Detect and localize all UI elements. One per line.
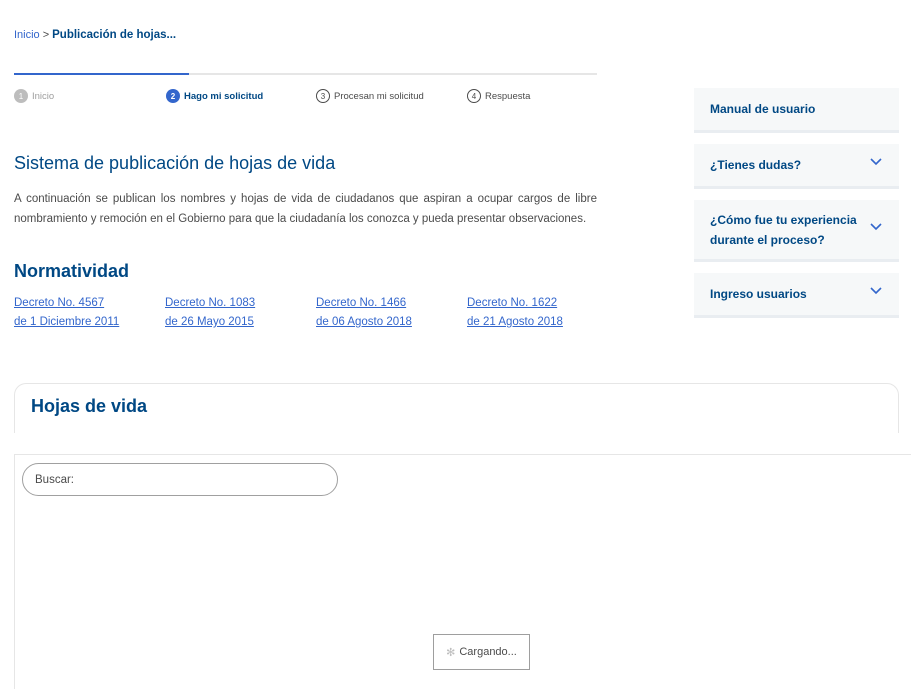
hojas-de-vida-table: ✻ Cargando... [14,454,911,689]
step-label-4: Respuesta [485,90,531,102]
stepper-track-progress [14,73,189,75]
loading-indicator: ✻ Cargando... [433,634,530,670]
sidebar-item-tienes-dudas[interactable]: ¿Tienes dudas? [694,144,899,189]
sidebar-item-label: ¿Tienes dudas? [710,158,802,172]
progress-stepper: 1 Inicio 2 Hago mi solicitud 3 Procesan … [14,73,597,103]
chevron-down-icon [869,287,883,301]
breadcrumb: Inicio > Publicación de hojas... [14,29,176,41]
decree-number: Decreto No. 1622 [467,297,558,309]
breadcrumb-separator: > [42,29,50,41]
spinner-icon: ✻ [446,646,456,659]
step-respuesta: 4 Respuesta [467,89,530,103]
step-number-4: 4 [467,89,481,103]
step-procesan-mi-solicitud: 3 Procesan mi solicitud [316,89,424,103]
chevron-down-icon [869,222,883,237]
decree-number: Decreto No. 4567 [14,297,105,309]
step-label-3: Procesan mi solicitud [334,90,424,102]
page-title: Sistema de publicación de hojas de vida [14,153,336,173]
decree-date: de 21 Agosto 2018 [467,316,563,328]
decree-date: de 06 Agosto 2018 [316,316,412,328]
step-inicio: 1 Inicio [14,89,54,103]
sidebar-item-ingreso-usuarios[interactable]: Ingreso usuarios [694,273,899,318]
decree-link-1622[interactable]: Decreto No. 1622 de 21 Agosto 2018 [467,294,563,332]
decree-link-1083[interactable]: Decreto No. 1083 de 26 Mayo 2015 [165,294,255,332]
sidebar-item-label: Manual de usuario [710,102,816,116]
step-label-2: Hago mi solicitud [184,90,264,102]
step-hago-mi-solicitud: 2 Hago mi solicitud [166,89,263,103]
hojas-de-vida-title: Hojas de vida [31,396,148,416]
breadcrumb-home-link[interactable]: Inicio [14,29,40,41]
hojas-de-vida-card: Hojas de vida [14,383,899,433]
decree-date: de 26 Mayo 2015 [165,316,254,328]
decree-number: Decreto No. 1083 [165,297,256,309]
step-number-3: 3 [316,89,330,103]
decree-number: Decreto No. 1466 [316,297,407,309]
breadcrumb-current: Publicación de hojas... [52,29,177,41]
loading-text: Cargando... [459,646,517,658]
step-label-1: Inicio [32,90,55,102]
search-input[interactable] [22,463,338,496]
step-number-2: 2 [166,89,180,103]
decree-link-4567[interactable]: Decreto No. 4567 de 1 Diciembre 2011 [14,294,119,332]
sidebar-item-experiencia[interactable]: ¿Cómo fue tu experiencia durante el proc… [694,200,899,262]
sidebar-item-label: ¿Cómo fue tu experiencia durante el proc… [710,212,857,247]
decree-date: de 1 Diciembre 2011 [14,316,120,328]
chevron-down-icon [869,158,883,172]
intro-paragraph: A continuación se publican los nombres y… [14,193,597,225]
sidebar-item-manual-de-usuario[interactable]: Manual de usuario [694,88,899,133]
sidebar-item-label: Ingreso usuarios [710,287,807,301]
normatividad-heading: Normatividad [14,261,130,281]
step-number-1: 1 [14,89,28,103]
decree-link-1466[interactable]: Decreto No. 1466 de 06 Agosto 2018 [316,294,412,332]
